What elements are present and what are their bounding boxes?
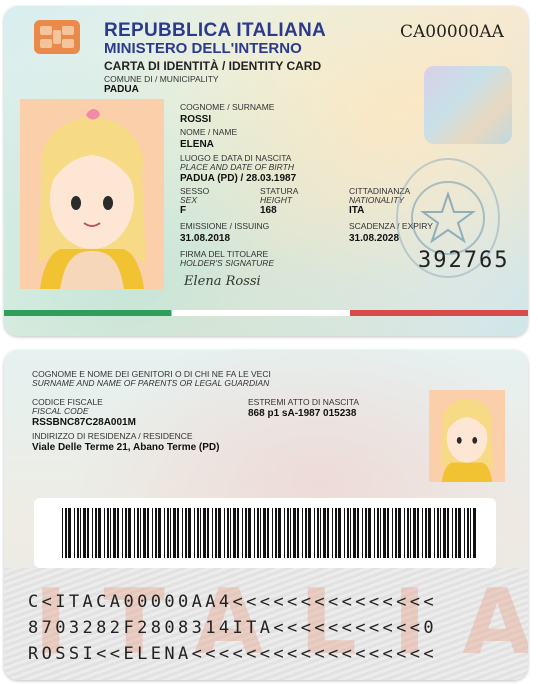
residence-label: INDIRIZZO DI RESIDENZA / RESIDENCE xyxy=(32,431,193,441)
birth-record-label: ESTREMI ATTO DI NASCITA xyxy=(248,397,359,407)
birth-label-en: PLACE AND DATE OF BIRTH xyxy=(180,162,294,172)
height-value: 168 xyxy=(260,205,277,216)
signature-label-en: HOLDER'S SIGNATURE xyxy=(180,258,275,268)
expiry-value: 31.08.2028 xyxy=(349,233,400,244)
sex-label-en: SEX xyxy=(180,195,198,205)
name-label: NOME / NAME xyxy=(180,127,238,137)
birth-value: PADUA (PD) / 28.03.1987 xyxy=(180,173,297,184)
nationality-value: ITA xyxy=(349,205,365,216)
name-value: ELENA xyxy=(180,139,214,150)
municipality-value: PADUA xyxy=(104,84,139,95)
avatar-icon xyxy=(440,398,494,482)
holder-signature: Elena Rossi xyxy=(184,274,261,289)
avatar-icon xyxy=(38,109,146,289)
holder-photo-small xyxy=(429,390,505,482)
parents-label-en: SURNAME AND NAME OF PARENTS OR LEGAL GUA… xyxy=(32,378,270,388)
mrz-line-1: C<ITACA00000AA4<<<<<<<<<<<<<<< xyxy=(28,592,438,612)
issuing-value: 31.08.2018 xyxy=(180,233,231,244)
card-number: 392765 xyxy=(418,248,510,273)
chip-icon xyxy=(34,20,80,54)
nationality-label-en: NATIONALITY xyxy=(349,195,405,205)
surname-label: COGNOME / SURNAME xyxy=(180,102,275,112)
fiscal-code: RSSBNC87C28A001M xyxy=(32,417,136,428)
height-label-en: HEIGHT xyxy=(260,195,293,205)
id-card-front: REPUBBLICA ITALIANA MINISTERO DELL'INTER… xyxy=(4,6,528,336)
hologram-icon xyxy=(424,66,512,144)
residence-value: Viale Delle Terme 21, Abano Terme (PD) xyxy=(32,442,220,453)
id-card-back: COGNOME E NOME DEI GENITORI O DI CHI NE … xyxy=(4,350,528,680)
header-card-title: CARTA DI IDENTITÀ / IDENTITY CARD xyxy=(104,59,322,73)
issuing-label: EMISSIONE / ISSUING xyxy=(180,221,270,231)
holder-photo xyxy=(20,99,164,289)
mrz-line-3: ROSSI<<ELENA<<<<<<<<<<<<<<<<<< xyxy=(28,644,438,664)
fiscal-label-en: FISCAL CODE xyxy=(32,406,89,416)
flag-stripe xyxy=(4,310,528,316)
header-ministry: MINISTERO DELL'INTERNO xyxy=(104,40,302,57)
mrz-line-2: 8703282F2808314ITA<<<<<<<<<<<0 xyxy=(28,618,438,638)
header-republic: REPUBBLICA ITALIANA xyxy=(104,20,327,41)
document-number: CA00000AA xyxy=(400,22,504,42)
sex-value: F xyxy=(180,205,187,216)
birth-record-value: 868 p1 sA-1987 015238 xyxy=(248,408,357,419)
municipality-label: COMUNE DI / MUNICIPALITY xyxy=(104,74,219,84)
barcode xyxy=(34,498,496,568)
surname-value: ROSSI xyxy=(180,114,212,125)
